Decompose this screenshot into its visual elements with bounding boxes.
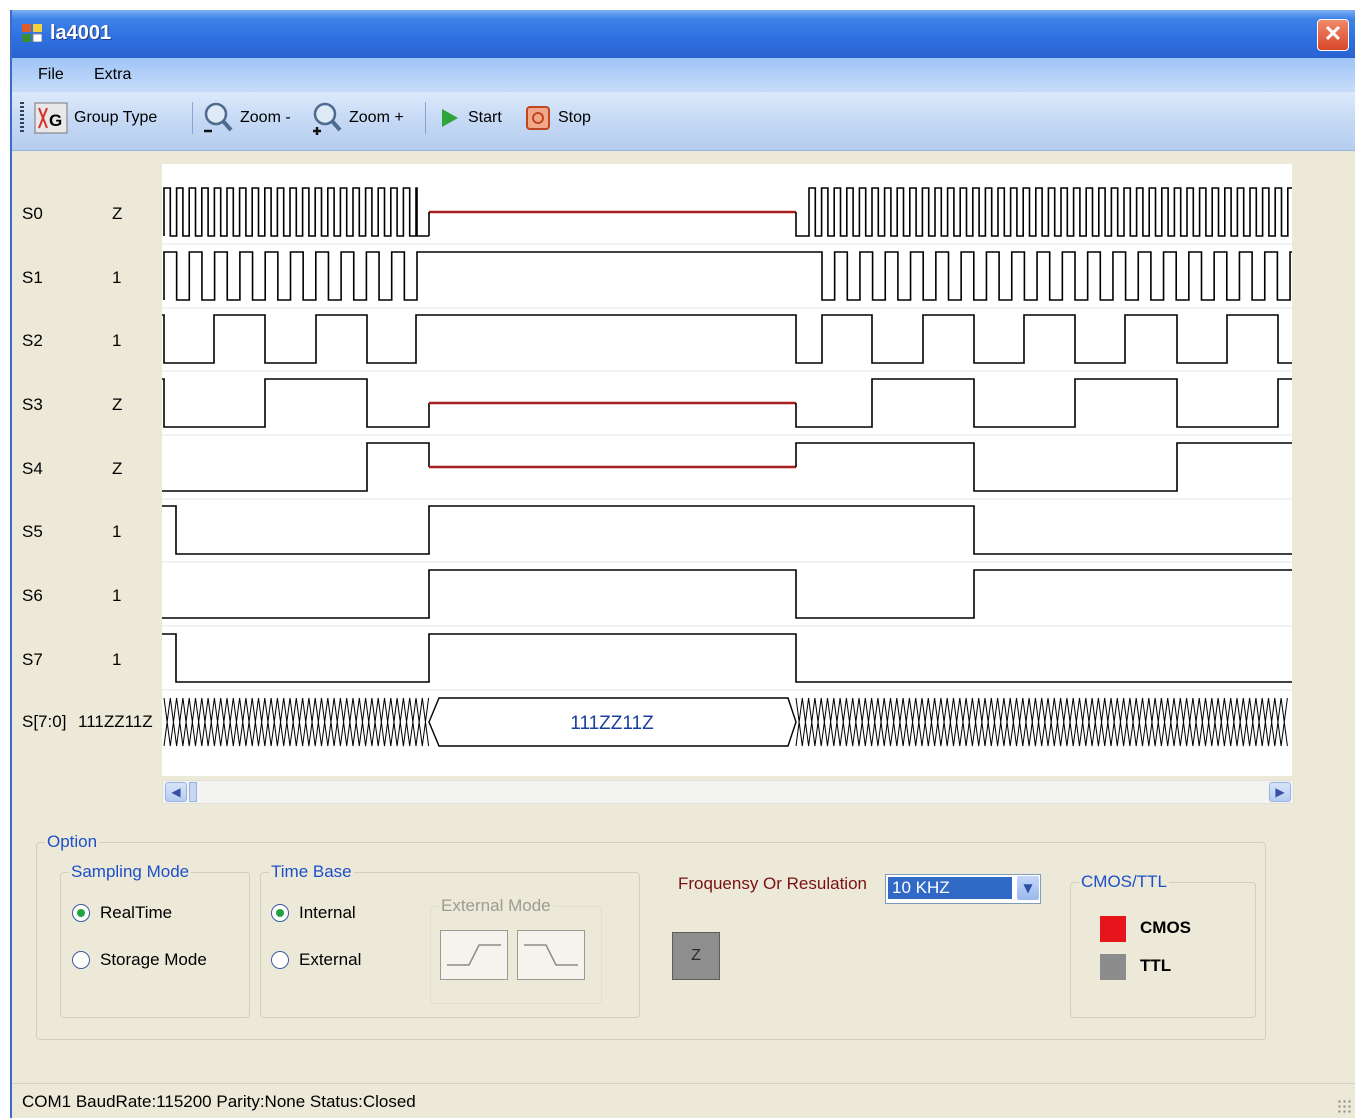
zoom-out-icon	[204, 102, 233, 133]
svg-text:G: G	[49, 111, 62, 130]
toolbar-separator	[425, 102, 426, 134]
app-icon	[22, 24, 42, 42]
scroll-right-icon[interactable]: ▶	[1269, 782, 1291, 802]
cmos-ttl-group: CMOS/TTL	[1070, 872, 1256, 1018]
cmos-ttl-legend: CMOS/TTL	[1081, 872, 1167, 891]
play-icon	[442, 109, 458, 127]
external-radio[interactable]: External	[271, 950, 361, 970]
waveform-background	[162, 164, 1292, 776]
radio-selected-icon[interactable]	[72, 904, 90, 922]
group-type-label: Group Type	[74, 109, 158, 126]
zoom-in-button[interactable]: Zoom +	[309, 100, 404, 136]
radio-icon[interactable]	[72, 951, 90, 969]
toolbar-separator	[192, 102, 193, 134]
scroll-left-icon[interactable]: ◀	[165, 782, 187, 802]
app-window: la4001 ✕ File Extra G Group Type Zoom -	[10, 10, 1355, 1118]
waveform-canvas[interactable]: 111ZZ11Z	[12, 150, 1302, 790]
realtime-radio[interactable]: RealTime	[72, 903, 172, 923]
group-type-icon: G	[34, 102, 68, 134]
waveform-view[interactable]: S0 Z S1 1 S2 1 S3 Z S4 Z S5 1 S6 1 S7 1 S[7:0] 111ZZ11Z 1…	[12, 150, 1302, 810]
status-text: COM1 BaudRate:115200 Parity:None Status:…	[22, 1092, 416, 1111]
sampling-mode-legend: Sampling Mode	[71, 862, 190, 881]
rising-edge-button[interactable]	[440, 930, 508, 980]
start-label: Start	[468, 109, 502, 126]
scroll-thumb[interactable]	[189, 782, 197, 802]
frequency-select[interactable]: 10 KHZ ▼	[885, 874, 1041, 904]
storage-mode-label: Storage Mode	[100, 950, 207, 969]
external-label: External	[299, 950, 362, 969]
radio-selected-icon[interactable]	[271, 904, 289, 922]
falling-edge-button[interactable]	[517, 930, 585, 980]
close-button[interactable]: ✕	[1317, 19, 1349, 51]
internal-label: Internal	[299, 903, 356, 922]
horizontal-scrollbar[interactable]: ◀ ▶	[162, 780, 1294, 804]
window-title: la4001	[50, 22, 112, 44]
internal-radio[interactable]: Internal	[271, 903, 356, 923]
stop-label: Stop	[558, 109, 591, 126]
zoom-in-label: Zoom +	[349, 109, 404, 126]
stop-button[interactable]: Stop	[526, 100, 591, 136]
frequency-value: 10 KHZ	[888, 877, 1012, 899]
resize-grip-icon[interactable]	[1337, 1099, 1351, 1113]
falling-edge-icon	[524, 944, 578, 966]
status-bar: COM1 BaudRate:115200 Parity:None Status:…	[12, 1083, 1355, 1118]
cmos-swatch[interactable]	[1100, 916, 1126, 942]
group-type-button[interactable]: G Group Type	[34, 100, 157, 136]
radio-icon[interactable]	[271, 951, 289, 969]
time-base-legend: Time Base	[271, 862, 352, 881]
ttl-swatch[interactable]	[1100, 954, 1126, 980]
zoom-in-icon	[313, 102, 342, 135]
ttl-label: TTL	[1140, 956, 1172, 975]
frequency-label: Froquensy Or Resulation	[678, 874, 867, 893]
storage-mode-radio[interactable]: Storage Mode	[72, 950, 207, 970]
sampling-mode-group: Sampling Mode	[60, 862, 250, 1018]
rising-edge-icon	[447, 944, 501, 966]
zoom-out-label: Zoom -	[240, 109, 291, 126]
title-bar[interactable]: la4001 ✕	[12, 10, 1355, 58]
stop-icon	[526, 106, 550, 130]
zoom-out-button[interactable]: Zoom -	[200, 100, 291, 136]
start-button[interactable]: Start	[438, 100, 502, 136]
z-button[interactable]: Z	[672, 932, 720, 980]
toolbar: G Group Type Zoom - Zoom + Start Stop	[12, 92, 1355, 151]
external-mode-legend: External Mode	[441, 896, 551, 915]
option-legend: Option	[47, 832, 98, 851]
menu-extra[interactable]: Extra	[94, 66, 131, 84]
cmos-label: CMOS	[1140, 918, 1191, 937]
toolbar-grip[interactable]	[20, 102, 24, 132]
realtime-label: RealTime	[100, 903, 173, 922]
bus-segment-label: 111ZZ11Z	[570, 713, 654, 734]
chevron-down-icon[interactable]: ▼	[1017, 876, 1039, 900]
menu-bar: File Extra	[12, 58, 1355, 92]
menu-file[interactable]: File	[38, 66, 64, 84]
